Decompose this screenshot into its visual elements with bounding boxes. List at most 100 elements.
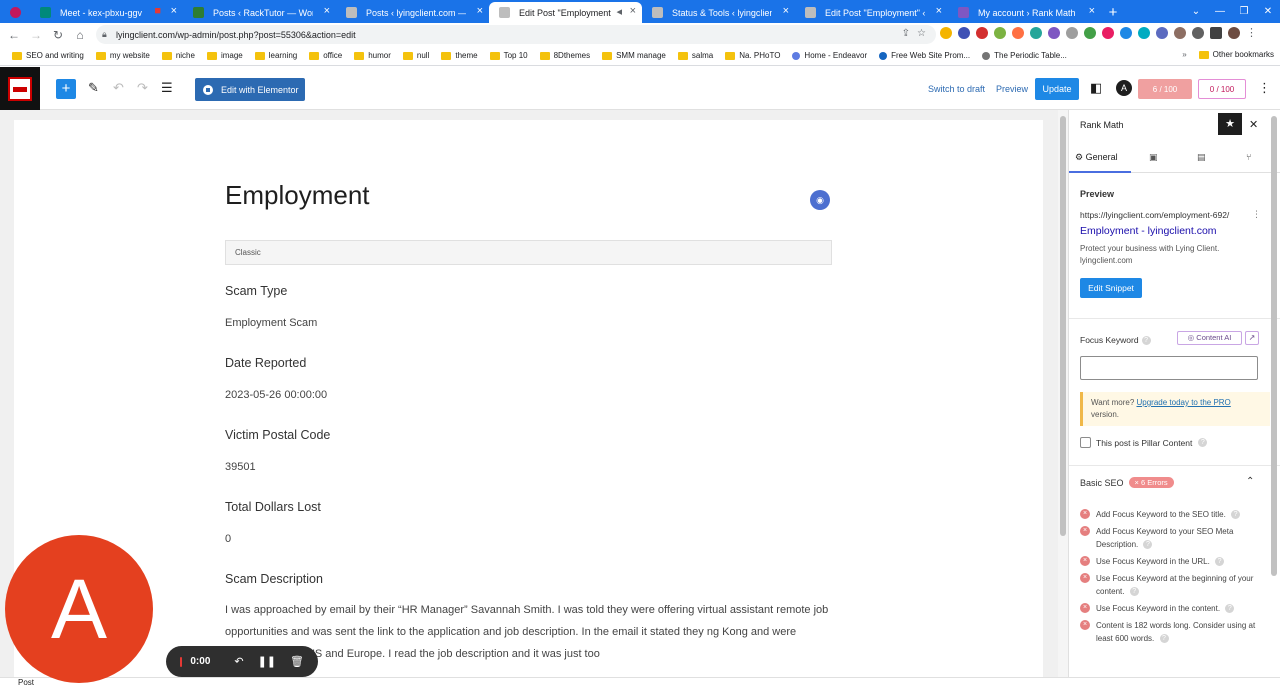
tab-search-icon[interactable]: ⌄ [1184,0,1208,23]
menu-kebab-icon[interactable]: ⋮ [1246,27,1257,39]
bookmark-item[interactable]: Top 10 [489,51,528,60]
bookmark-item[interactable]: null [402,51,429,60]
help-icon[interactable]: ? [1143,540,1153,550]
edit-with-elementor-button[interactable]: Edit with Elementor [195,78,305,101]
extension-icon[interactable] [1120,27,1132,39]
pillar-content-option[interactable]: This post is Pillar Content ? [1080,437,1208,448]
bookmark-item[interactable]: image [206,51,243,60]
extension-icon[interactable] [1012,27,1024,39]
browser-tab-edit-post-2[interactable]: Edit Post "Employment" ‹ lying × [795,2,948,23]
audio-icon[interactable]: ◂ [616,5,622,18]
bookmark-item[interactable]: Home - Endeavor [792,51,867,60]
help-icon[interactable]: ? [1215,557,1225,567]
close-tab-icon[interactable]: × [630,5,636,17]
briefcase-icon[interactable]: ▣ [1149,152,1158,163]
extension-icon[interactable] [1030,27,1042,39]
browser-tab-rank-math[interactable]: My account › Rank Math × [948,2,1101,23]
redo-icon[interactable]: ↷ [137,80,148,96]
close-tab-icon[interactable]: × [783,5,789,17]
home-icon[interactable]: ⌂ [69,28,91,42]
pencil-icon[interactable]: ✎ [88,80,99,96]
editor-scrollbar[interactable] [1058,110,1068,677]
bookmark-star-icon[interactable]: ☆ [917,28,926,39]
bookmark-item[interactable]: The Periodic Table... [982,51,1067,60]
extension-icon[interactable] [940,27,952,39]
bookmark-item[interactable]: SMM manage [602,51,666,60]
help-icon[interactable]: ? [1159,634,1169,644]
seo-score-badge[interactable]: 6 / 100 [1138,79,1192,99]
help-icon[interactable]: ? [1129,587,1139,597]
pin-star-icon[interactable]: ★ [1218,113,1242,135]
astra-icon[interactable]: A [1116,80,1132,96]
browser-tab-meet[interactable]: Meet - kex-pbxu-ggv ■ × [30,2,183,23]
url-input[interactable]: 🔒︎ lyingclient.com/wp-admin/post.php?pos… [96,25,936,44]
reload-icon[interactable]: ↻ [47,28,69,42]
profile-avatar[interactable] [1228,27,1240,39]
extension-icon[interactable] [994,27,1006,39]
content-ai-button[interactable]: ◎ Content AI [1177,331,1242,345]
close-tab-icon[interactable]: × [171,5,177,17]
snippet-kebab-icon[interactable]: ⋮ [1252,209,1261,220]
edit-snippet-button[interactable]: Edit Snippet [1080,278,1142,298]
pause-icon[interactable]: ❚❚ [258,655,276,668]
extension-icon[interactable] [1102,27,1114,39]
extension-icon[interactable] [976,27,988,39]
restart-icon[interactable]: ↶ [234,655,243,668]
bookmark-item[interactable]: Free Web Site Prom... [879,51,970,60]
schema-icon[interactable]: ⑂ [1246,152,1251,162]
extension-icon[interactable] [1066,27,1078,39]
restore-icon[interactable]: ❐ [1232,0,1256,23]
close-icon[interactable]: ✕ [1249,118,1258,131]
sidebar-icon[interactable] [1210,27,1222,39]
close-tab-icon[interactable]: × [1089,5,1095,17]
browser-tab-status-tools[interactable]: Status & Tools ‹ lyingclient.com × [642,2,795,23]
browser-tab-edit-post[interactable]: Edit Post "Employment" ‹ l ◂ × [489,2,642,23]
bookmark-item[interactable]: SEO and writing [12,51,84,60]
chevron-right-icon[interactable]: » [1182,50,1186,59]
browser-tab-pinned[interactable] [0,2,30,23]
close-tab-icon[interactable]: × [477,5,483,17]
help-icon[interactable]: ? [1231,510,1241,520]
close-window-icon[interactable]: ✕ [1256,0,1280,23]
tab-general[interactable]: ⚙ General [1075,152,1118,163]
extension-icon[interactable] [1156,27,1168,39]
extension-icon[interactable] [1174,27,1186,39]
browser-tab-racktutor[interactable]: Posts ‹ RackTutor — WordPress × [183,2,336,23]
forward-icon[interactable]: → [25,28,47,42]
add-block-button[interactable]: + [56,79,76,99]
help-icon[interactable]: ? [1198,438,1208,447]
options-kebab-icon[interactable]: ⋮ [1258,80,1271,96]
close-tab-icon[interactable]: × [936,5,942,17]
browser-tab-posts[interactable]: Posts ‹ lyingclient.com — Word × [336,2,489,23]
bookmark-item[interactable]: niche [161,51,195,60]
bookmark-item[interactable]: office [309,51,342,60]
undo-icon[interactable]: ↶ [113,80,124,96]
update-button[interactable]: Update [1035,78,1079,100]
puzzle-icon[interactable] [1192,27,1204,39]
sidebar-scrollbar[interactable] [1271,116,1277,576]
focus-keyword-input[interactable] [1080,356,1258,380]
scroll-thumb[interactable] [1060,116,1066,536]
bookmark-item[interactable]: theme [441,51,478,60]
switch-to-draft-button[interactable]: Switch to draft [928,84,985,94]
readability-score-badge[interactable]: 0 / 100 [1198,79,1246,99]
bookmark-item[interactable]: Na. PHoTO [725,51,780,60]
trash-icon[interactable]: 🗑︎ [290,655,304,668]
breadcrumb-post[interactable]: Post [18,678,34,687]
block-badge-icon[interactable]: ◉ [810,190,830,210]
extension-icon[interactable] [1048,27,1060,39]
other-bookmarks[interactable]: » Other bookmarks [1182,50,1274,59]
extension-icon[interactable] [958,27,970,39]
settings-panel-icon[interactable]: ◧ [1090,80,1102,96]
document-overview-icon[interactable]: ☰ [161,80,173,96]
close-tab-icon[interactable]: × [324,5,330,17]
classic-block[interactable]: Classic [225,240,832,265]
basic-seo-header[interactable]: Basic SEO × 6 Errors [1080,477,1174,488]
extension-icon[interactable] [1084,27,1096,39]
help-icon[interactable]: ? [1141,336,1151,346]
bookmark-item[interactable]: my website [95,51,150,60]
help-icon[interactable]: ? [1225,604,1235,614]
minimize-icon[interactable]: — [1208,0,1232,23]
preview-button[interactable]: Preview [996,84,1028,94]
share-icon[interactable]: ⇪ [902,28,910,39]
